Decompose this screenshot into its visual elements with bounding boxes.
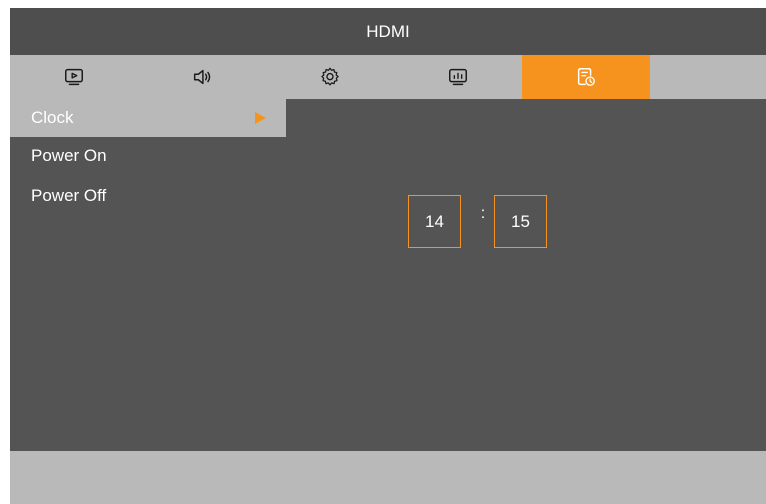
menu-item-label: Clock xyxy=(31,108,74,127)
osd-menu: HDMI Clock Power On Power Off 14: 15 xyxy=(10,8,766,504)
side-menu: Clock Power On Power Off xyxy=(10,99,286,451)
footer-bar xyxy=(10,451,766,504)
monitor-chart-icon xyxy=(449,68,467,86)
menu-item-power-on[interactable]: Power On xyxy=(10,137,286,175)
tab-picture[interactable] xyxy=(10,55,138,99)
arrow-right-icon xyxy=(255,112,266,124)
tab-settings[interactable] xyxy=(266,55,394,99)
time-separator: : xyxy=(480,205,486,222)
page-title: HDMI xyxy=(366,21,410,41)
menu-item-clock[interactable]: Clock xyxy=(10,99,286,137)
gear-icon xyxy=(321,67,339,86)
hours-value: 14 xyxy=(425,211,444,231)
play-screen-icon xyxy=(65,68,83,86)
content-panel: Clock Power On Power Off 14 : 15 xyxy=(10,99,766,451)
tab-bar xyxy=(10,55,766,99)
speaker-icon xyxy=(193,69,211,85)
tab-display[interactable] xyxy=(394,55,522,99)
schedule-clock-icon xyxy=(577,68,595,86)
title-bar: HDMI xyxy=(10,8,766,55)
tab-schedule[interactable] xyxy=(522,55,650,99)
menu-item-power-off[interactable]: Power Off xyxy=(10,177,286,215)
minutes-value: 15 xyxy=(511,211,530,231)
hours-field[interactable]: 14 xyxy=(408,195,461,248)
menu-item-label: Power On xyxy=(31,146,107,165)
minutes-field[interactable]: 15 xyxy=(494,195,547,248)
tab-audio[interactable] xyxy=(138,55,266,99)
menu-item-label: Power Off xyxy=(31,186,107,205)
